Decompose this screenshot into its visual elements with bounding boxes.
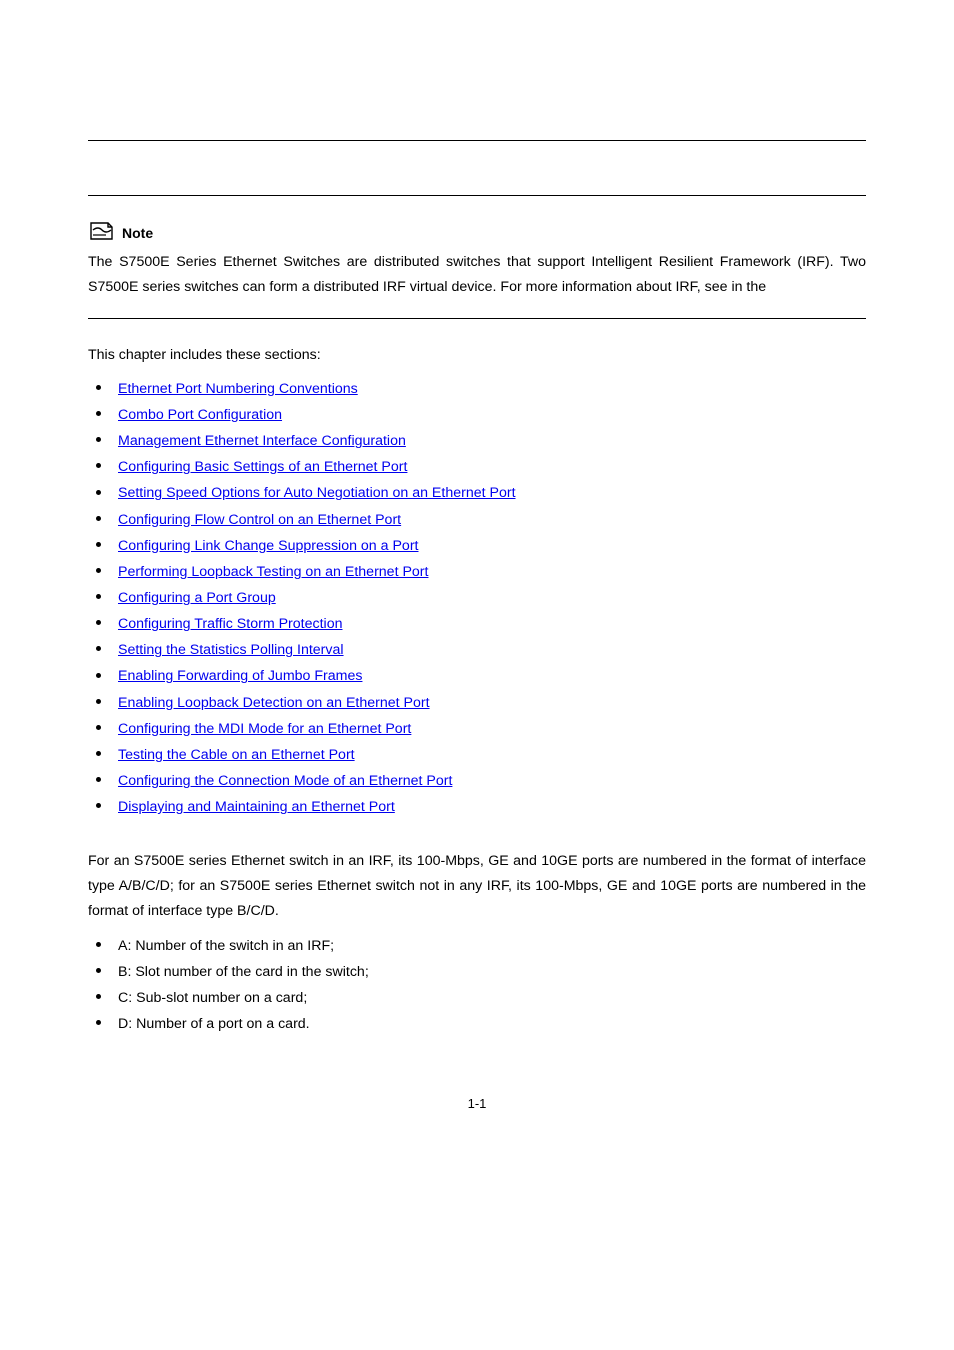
toc-link[interactable]: Configuring the Connection Mode of an Et… <box>118 773 452 789</box>
toc-item: Management Ethernet Interface Configurat… <box>88 429 866 453</box>
toc-item: Performing Loopback Testing on an Ethern… <box>88 560 866 584</box>
note-icon <box>88 220 116 242</box>
toc-item: Setting Speed Options for Auto Negotiati… <box>88 481 866 505</box>
toc-link[interactable]: Enabling Forwarding of Jumbo Frames <box>118 668 362 684</box>
note-heading: Note <box>88 220 866 242</box>
toc-link[interactable]: Setting the Statistics Polling Interval <box>118 642 344 658</box>
section-body: For an S7500E series Ethernet switch in … <box>88 849 866 924</box>
horizontal-rule <box>88 140 866 141</box>
toc-item: Setting the Statistics Polling Interval <box>88 638 866 662</box>
toc-link[interactable]: Performing Loopback Testing on an Ethern… <box>118 564 428 580</box>
chapter-intro: This chapter includes these sections: <box>88 343 866 367</box>
toc-item: Combo Port Configuration <box>88 403 866 427</box>
horizontal-rule <box>88 195 866 196</box>
toc-link[interactable]: Displaying and Maintaining an Ethernet P… <box>118 799 395 815</box>
toc-item: Enabling Loopback Detection on an Ethern… <box>88 691 866 715</box>
toc-item: Configuring Traffic Storm Protection <box>88 612 866 636</box>
toc-link[interactable]: Configuring a Port Group <box>118 590 276 606</box>
list-item: B: Slot number of the card in the switch… <box>88 960 866 984</box>
toc-item: Configuring the Connection Mode of an Et… <box>88 769 866 793</box>
toc-link[interactable]: Ethernet Port Numbering Conventions <box>118 381 358 397</box>
toc-link[interactable]: Configuring Flow Control on an Ethernet … <box>118 512 401 528</box>
list-item: A: Number of the switch in an IRF; <box>88 934 866 958</box>
toc-item: Configuring Flow Control on an Ethernet … <box>88 508 866 532</box>
toc-link[interactable]: Configuring Traffic Storm Protection <box>118 616 342 632</box>
list-item: D: Number of a port on a card. <box>88 1012 866 1036</box>
toc-item: Enabling Forwarding of Jumbo Frames <box>88 664 866 688</box>
page-number: 1-1 <box>88 1096 866 1111</box>
section-item-list: A: Number of the switch in an IRF;B: Slo… <box>88 934 866 1037</box>
note-label: Note <box>122 225 153 242</box>
toc-link[interactable]: Configuring the MDI Mode for an Ethernet… <box>118 721 411 737</box>
list-item: C: Sub-slot number on a card; <box>88 986 866 1010</box>
toc-item: Configuring the MDI Mode for an Ethernet… <box>88 717 866 741</box>
toc-item: Configuring Basic Settings of an Etherne… <box>88 455 866 479</box>
toc-link[interactable]: Testing the Cable on an Ethernet Port <box>118 747 355 763</box>
note-text-mid: in the <box>731 279 766 295</box>
toc-link[interactable]: Configuring Link Change Suppression on a… <box>118 538 419 554</box>
toc-item: Configuring a Port Group <box>88 586 866 610</box>
toc-item: Configuring Link Change Suppression on a… <box>88 534 866 558</box>
toc-link[interactable]: Enabling Loopback Detection on an Ethern… <box>118 695 430 711</box>
horizontal-rule <box>88 318 866 319</box>
toc-item: Testing the Cable on an Ethernet Port <box>88 743 866 767</box>
toc-link[interactable]: Setting Speed Options for Auto Negotiati… <box>118 485 516 501</box>
toc-item: Displaying and Maintaining an Ethernet P… <box>88 795 866 819</box>
note-paragraph: The S7500E Series Ethernet Switches are … <box>88 250 866 300</box>
toc-link[interactable]: Configuring Basic Settings of an Etherne… <box>118 459 407 475</box>
toc-item: Ethernet Port Numbering Conventions <box>88 377 866 401</box>
toc-list: Ethernet Port Numbering Conventions Combo… <box>88 377 866 819</box>
toc-link[interactable]: Management Ethernet Interface Configurat… <box>118 433 406 449</box>
toc-link[interactable]: Combo Port Configuration <box>118 407 282 423</box>
